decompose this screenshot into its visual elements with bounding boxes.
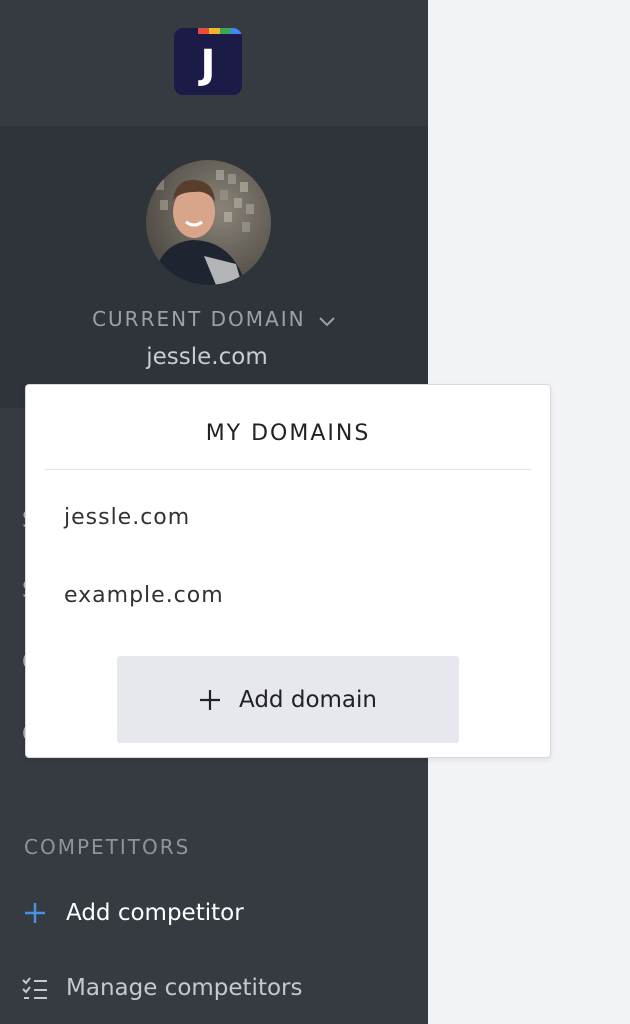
current-domain-label: CURRENT DOMAIN xyxy=(92,307,306,331)
manage-competitors-label: Manage competitors xyxy=(66,975,303,1001)
logo-letter: J xyxy=(200,42,216,88)
chevron-down-icon xyxy=(318,309,336,333)
manage-competitors-button[interactable]: Manage competitors xyxy=(20,970,302,1006)
competitors-heading: COMPETITORS xyxy=(24,835,191,859)
plus-icon xyxy=(199,689,221,711)
domain-dropdown: MY DOMAINS jessle.com example.com Add do… xyxy=(25,384,551,758)
logo-stripes xyxy=(174,28,242,34)
checklist-icon xyxy=(20,973,50,1003)
add-domain-button[interactable]: Add domain xyxy=(117,656,459,743)
add-domain-label: Add domain xyxy=(239,686,377,713)
profile-panel: CURRENT DOMAIN jessle.com xyxy=(0,126,428,408)
add-competitor-label: Add competitor xyxy=(66,900,244,926)
app-logo[interactable]: J xyxy=(174,28,242,95)
domain-option[interactable]: jessle.com xyxy=(64,505,190,530)
plus-icon xyxy=(20,898,50,928)
current-domain-value: jessle.com xyxy=(146,344,268,370)
dropdown-title: MY DOMAINS xyxy=(205,421,371,446)
domain-option[interactable]: example.com xyxy=(64,583,224,608)
add-competitor-button[interactable]: Add competitor xyxy=(20,895,244,931)
current-domain-toggle[interactable]: CURRENT DOMAIN xyxy=(0,307,428,333)
avatar[interactable] xyxy=(146,160,271,285)
divider xyxy=(45,469,531,470)
avatar-image xyxy=(146,160,271,285)
logo-bar: J xyxy=(0,0,428,126)
